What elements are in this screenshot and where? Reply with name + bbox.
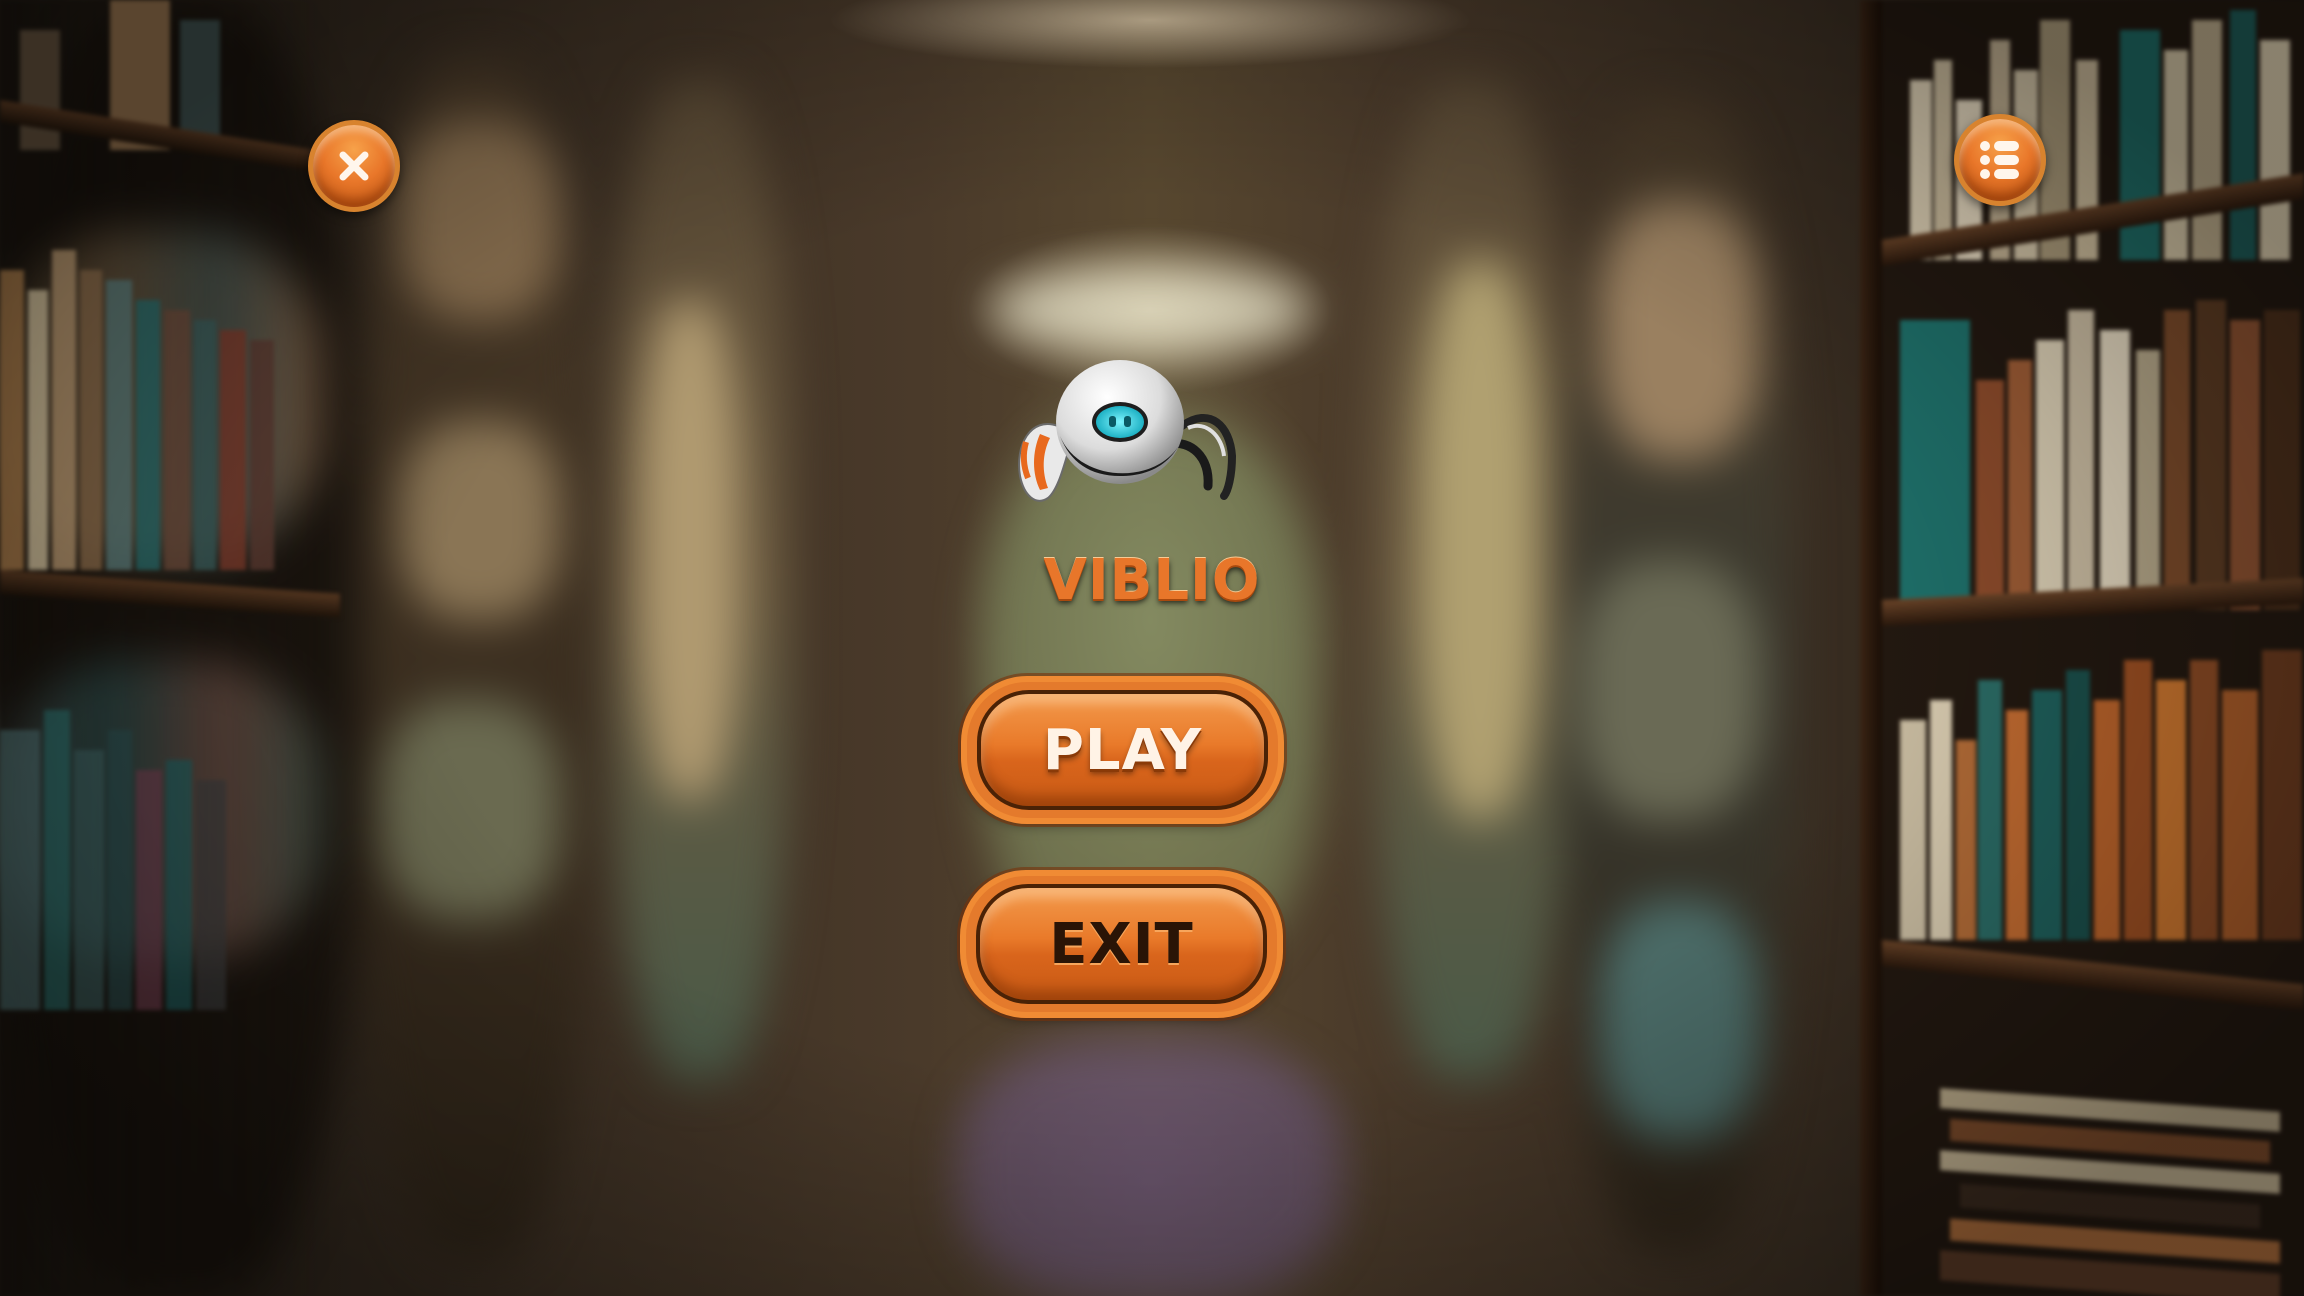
play-button[interactable]: PLAY — [967, 682, 1278, 818]
menu-button[interactable] — [1954, 114, 2046, 206]
game-title: VIBLIO — [1043, 548, 1261, 613]
exit-button[interactable]: EXIT — [966, 876, 1277, 1012]
exit-button-label: EXIT — [1049, 911, 1194, 977]
play-button-label: PLAY — [1042, 717, 1203, 783]
close-button[interactable] — [308, 120, 400, 212]
robot-mascot — [1010, 356, 1240, 526]
